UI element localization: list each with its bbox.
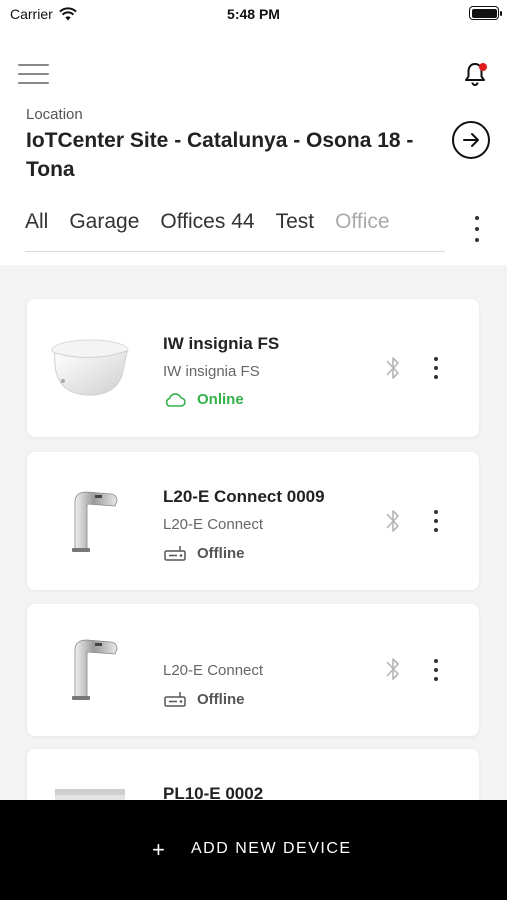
- gateway-icon: [164, 546, 186, 561]
- location-tabs: All Garage Offices 44 Test Office: [25, 206, 445, 252]
- add-new-device-button[interactable]: + ADD NEW DEVICE: [0, 800, 507, 900]
- header: Location IoTCenter Site - Catalunya - Os…: [0, 28, 507, 265]
- toilet-image: [45, 323, 135, 413]
- device-status: Offline: [163, 690, 245, 708]
- cloud-icon: [165, 392, 186, 407]
- status-label: Offline: [197, 690, 245, 708]
- device-card[interactable]: L20-E Connect Offline: [27, 604, 479, 736]
- tab-all[interactable]: All: [25, 206, 48, 234]
- status-label: Offline: [197, 544, 245, 562]
- device-model: L20-E Connect: [163, 516, 264, 533]
- device-name: IW insignia FS: [163, 334, 280, 353]
- add-new-device-label: ADD NEW DEVICE: [191, 840, 352, 857]
- status-bar: Carrier 5:48 PM: [0, 0, 507, 28]
- location-label: Location: [26, 106, 83, 123]
- clock: 5:48 PM: [227, 6, 280, 22]
- menu-icon[interactable]: [18, 64, 49, 86]
- status-label: Online: [197, 391, 244, 408]
- tab-test[interactable]: Test: [276, 206, 315, 234]
- device-card[interactable]: IW insignia FS IW insignia FS Online: [27, 299, 479, 437]
- device-status: Online: [163, 391, 244, 408]
- tab-office[interactable]: Office: [335, 206, 389, 234]
- plus-icon: +: [152, 837, 165, 862]
- battery-icon: [469, 6, 502, 20]
- tabs-more-icon[interactable]: [468, 216, 486, 242]
- faucet-image: [45, 624, 135, 714]
- location-name: IoTCenter Site - Catalunya - Osona 18 - …: [26, 129, 414, 181]
- device-menu-icon[interactable]: [429, 659, 443, 681]
- notification-dot: [479, 63, 487, 71]
- bluetooth-icon[interactable]: [383, 654, 403, 684]
- faucet-image: [45, 476, 135, 566]
- device-model: L20-E Connect: [163, 662, 264, 679]
- device-status: Offline: [163, 544, 245, 562]
- device-menu-icon[interactable]: [429, 357, 443, 379]
- device-name: L20-E Connect 0009: [163, 487, 325, 506]
- device-model: IW insignia FS: [163, 363, 260, 380]
- tab-garage[interactable]: Garage: [69, 206, 139, 234]
- bluetooth-icon[interactable]: [383, 353, 403, 383]
- arrow-right-icon[interactable]: [452, 121, 490, 159]
- tab-offices-44[interactable]: Offices 44: [160, 206, 254, 234]
- notification-bell-icon[interactable]: [462, 61, 488, 87]
- gateway-icon: [164, 692, 186, 707]
- device-menu-icon[interactable]: [429, 510, 443, 532]
- device-card[interactable]: L20-E Connect 0009 L20-E Connect Offline: [27, 452, 479, 590]
- bluetooth-icon[interactable]: [383, 506, 403, 536]
